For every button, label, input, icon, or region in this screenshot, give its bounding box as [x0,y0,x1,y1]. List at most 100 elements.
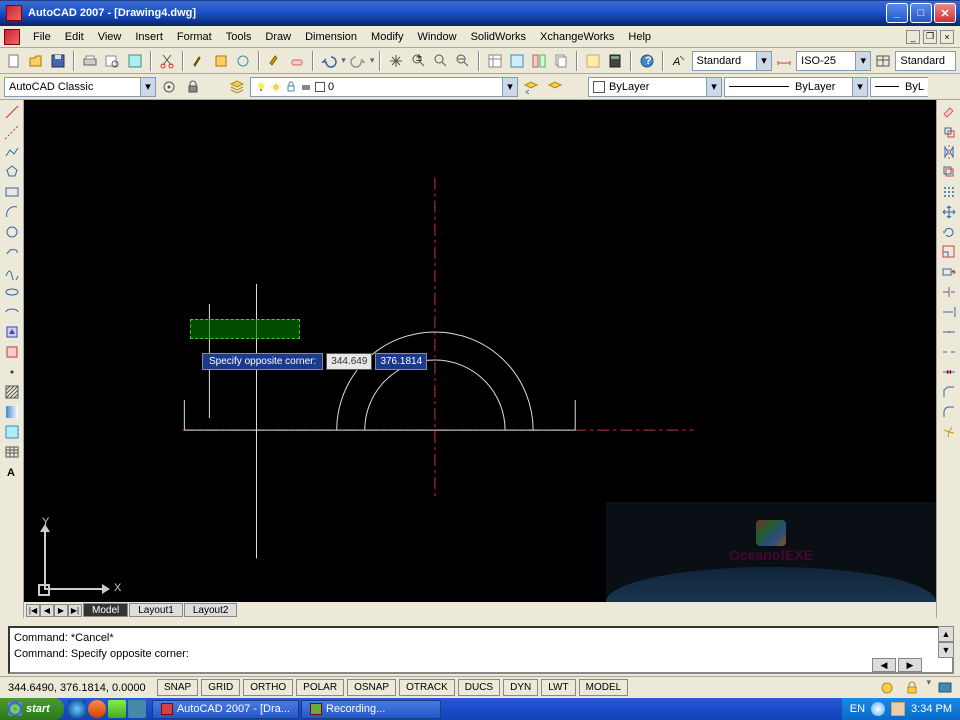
erase-tool[interactable] [939,102,959,122]
table-style-icon[interactable] [873,50,893,72]
tray-icon-1[interactable] [871,702,885,716]
mirror-tool[interactable] [939,142,959,162]
zoom-prev-button[interactable] [453,50,473,72]
make-block-tool[interactable] [2,342,22,362]
cut-button[interactable] [157,50,177,72]
join-tool[interactable] [939,362,959,382]
fillet-tool[interactable] [939,402,959,422]
lineweight-dropdown[interactable]: ByL [870,77,928,97]
text-style-dropdown[interactable]: Standard▾ [692,51,773,71]
tab-layout1[interactable]: Layout1 [129,603,183,617]
menu-tools[interactable]: Tools [219,29,259,45]
polyline-tool[interactable] [2,142,22,162]
menu-draw[interactable]: Draw [258,29,298,45]
rotate-tool[interactable] [939,222,959,242]
tab-nav-next[interactable]: ▶ [54,604,68,617]
menu-xchangeworks[interactable]: XchangeWorks [533,29,621,45]
tab-model[interactable]: Model [83,603,128,617]
pan-button[interactable] [386,50,406,72]
break-at-point-tool[interactable] [939,322,959,342]
menu-solidworks[interactable]: SolidWorks [464,29,533,45]
maximize-button[interactable]: □ [910,3,932,23]
point-tool[interactable] [2,362,22,382]
layer-manager-button[interactable] [226,76,248,98]
doc-restore-button[interactable]: ❐ [923,30,937,44]
menu-modify[interactable]: Modify [364,29,410,45]
language-indicator[interactable]: EN [850,703,865,715]
save-button[interactable] [48,50,68,72]
clock[interactable]: 3:34 PM [911,703,952,715]
tooltip-coord-x[interactable]: 344.649 [326,353,372,370]
workspace-dropdown[interactable]: AutoCAD Classic▾ [4,77,156,97]
plot-preview-button[interactable] [102,50,122,72]
properties-button[interactable] [485,50,505,72]
workspace-settings-button[interactable] [158,76,180,98]
line-tool[interactable] [2,102,22,122]
tab-nav-first[interactable]: |◀ [26,604,40,617]
tab-nav-prev[interactable]: ◀ [40,604,54,617]
linetype-dropdown[interactable]: ByLayer▾ [724,77,868,97]
snap-toggle[interactable]: SNAP [157,679,198,696]
menu-window[interactable]: Window [410,29,463,45]
command-window[interactable]: Command: *Cancel* Command: Specify oppos… [8,626,954,674]
taskbar-item-autocad[interactable]: AutoCAD 2007 - [Dra... [152,700,299,719]
redo-button[interactable] [348,50,368,72]
region-tool[interactable] [2,422,22,442]
zoom-rt-button[interactable]: ± [408,50,428,72]
start-button[interactable]: start [0,698,64,720]
menu-format[interactable]: Format [170,29,219,45]
dyn-toggle[interactable]: DYN [503,679,538,696]
hatch-tool[interactable] [2,382,22,402]
menu-edit[interactable]: Edit [58,29,91,45]
toolbar-lock-button[interactable] [182,76,204,98]
menu-help[interactable]: Help [621,29,658,45]
ducs-toggle[interactable]: DUCS [458,679,500,696]
ortho-toggle[interactable]: ORTHO [243,679,293,696]
dim-style-icon[interactable] [774,50,794,72]
plot-button[interactable] [80,50,100,72]
ellipse-tool[interactable] [2,282,22,302]
layer-dropdown[interactable]: 0 ▾ [250,77,518,97]
coordinate-display[interactable]: 344.6490, 376.1814, 0.0000 [4,680,154,696]
spline-tool[interactable] [2,262,22,282]
utorrent-icon[interactable] [108,700,126,718]
chamfer-tool[interactable] [939,382,959,402]
extend-tool[interactable] [939,302,959,322]
adc-button[interactable] [507,50,527,72]
eraser-button[interactable] [287,50,307,72]
color-dropdown[interactable]: ByLayer▾ [588,77,722,97]
copy-tool[interactable] [939,122,959,142]
explode-tool[interactable] [939,422,959,442]
stretch-tool[interactable] [939,262,959,282]
table-style-dropdown[interactable]: Standard [895,51,956,71]
dim-style-dropdown[interactable]: ISO-25▾ [796,51,871,71]
offset-tool[interactable] [939,162,959,182]
polar-toggle[interactable]: POLAR [296,679,344,696]
move-tool[interactable] [939,202,959,222]
layer-prev-button[interactable] [520,76,542,98]
taskbar-item-recording[interactable]: Recording... [301,700,441,719]
menu-view[interactable]: View [91,29,129,45]
cmd-scroll-up[interactable]: ▲ [938,626,954,642]
tooltip-coord-y[interactable]: 376.1814 [375,353,427,370]
grid-toggle[interactable]: GRID [201,679,240,696]
circle-tool[interactable] [2,222,22,242]
model-toggle[interactable]: MODEL [579,679,629,696]
open-button[interactable] [26,50,46,72]
doc-minimize-button[interactable]: _ [906,30,920,44]
mtext-tool[interactable]: A [2,462,22,482]
lwt-toggle[interactable]: LWT [541,679,575,696]
match-prop-button[interactable] [189,50,209,72]
menu-file[interactable]: File [26,29,58,45]
rectangle-tool[interactable] [2,182,22,202]
cmd-scroll-down[interactable]: ▼ [938,642,954,658]
new-button[interactable] [4,50,24,72]
revcloud-tool[interactable] [2,242,22,262]
scale-tool[interactable] [939,242,959,262]
firefox-icon[interactable] [88,700,106,718]
doc-close-button[interactable]: × [940,30,954,44]
arc-tool[interactable] [2,202,22,222]
minimize-button[interactable]: _ [886,3,908,23]
osnap-toggle[interactable]: OSNAP [347,679,396,696]
insert-block-tool[interactable] [2,322,22,342]
